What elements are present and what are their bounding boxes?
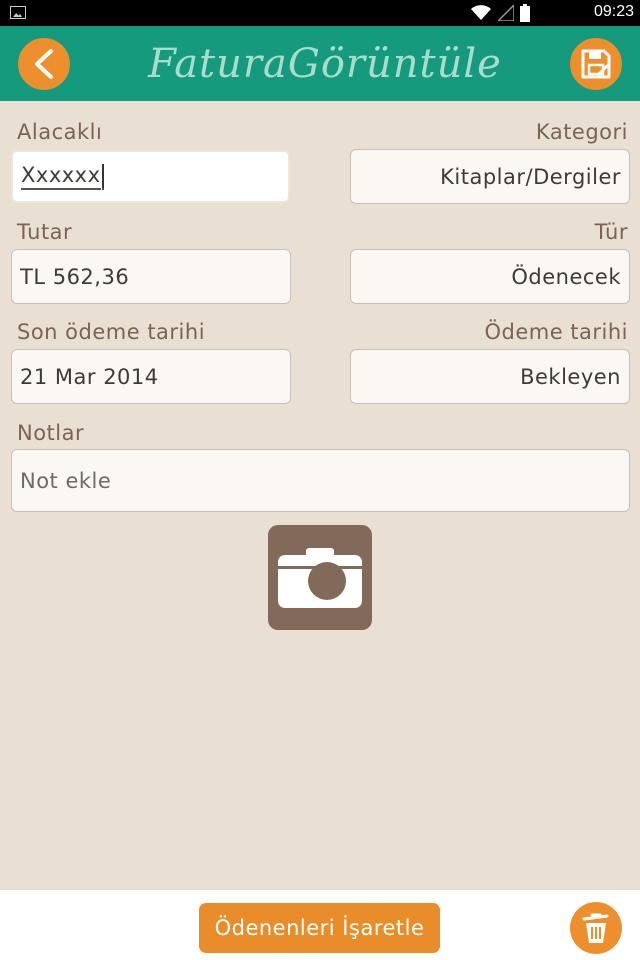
notes-placeholder: Not ekle: [20, 468, 112, 493]
payee-value: Xxxxxx: [21, 163, 101, 190]
gallery-notification-icon: [10, 6, 26, 19]
category-label: Kategori: [535, 120, 628, 144]
mark-paid-button[interactable]: Ödenenleri İşaretle: [199, 903, 440, 953]
camera-icon: [278, 548, 362, 608]
type-select[interactable]: Ödenecek: [350, 249, 630, 304]
payee-input[interactable]: Xxxxxx: [11, 150, 290, 203]
amount-input[interactable]: TL 562,36: [11, 249, 291, 304]
category-value: Kitaplar/Dergiler: [440, 164, 621, 189]
notes-label: Notlar: [17, 421, 85, 445]
category-select[interactable]: Kitaplar/Dergiler: [350, 149, 630, 204]
due-date-value: 21 Mar 2014: [20, 364, 159, 389]
page-title: FaturaGörüntüle: [148, 41, 502, 87]
text-caret: [101, 163, 104, 190]
amount-label: Tutar: [17, 220, 73, 244]
chevron-left-icon: [35, 49, 53, 79]
due-date-input[interactable]: 21 Mar 2014: [11, 349, 291, 404]
type-value: Ödenecek: [511, 264, 621, 289]
notes-input[interactable]: Not ekle: [11, 449, 630, 512]
delete-button[interactable]: [570, 902, 622, 954]
due-date-label: Son ödeme tarihi: [17, 320, 206, 344]
status-icons: [470, 4, 530, 22]
add-photo-button[interactable]: [268, 525, 372, 630]
bottom-bar: Ödenenleri İşaretle: [0, 889, 640, 960]
wifi-icon: [471, 5, 491, 20]
type-label: Tür: [594, 220, 628, 244]
save-button[interactable]: [570, 38, 622, 90]
signal-icon: [498, 5, 514, 21]
back-button[interactable]: [18, 38, 70, 90]
save-icon: [581, 49, 611, 79]
status-time: 09:23: [593, 3, 634, 20]
payee-label: Alacaklı: [17, 120, 103, 144]
amount-value: TL 562,36: [20, 264, 130, 289]
payment-date-input[interactable]: Bekleyen: [350, 349, 630, 404]
payment-date-label: Ödeme tarihi: [484, 320, 628, 344]
trash-icon: [582, 913, 609, 943]
battery-icon: [520, 4, 530, 22]
status-bar: 09:23: [0, 0, 640, 26]
payment-date-value: Bekleyen: [520, 364, 621, 389]
app-bar: FaturaGörüntüle: [0, 26, 640, 101]
